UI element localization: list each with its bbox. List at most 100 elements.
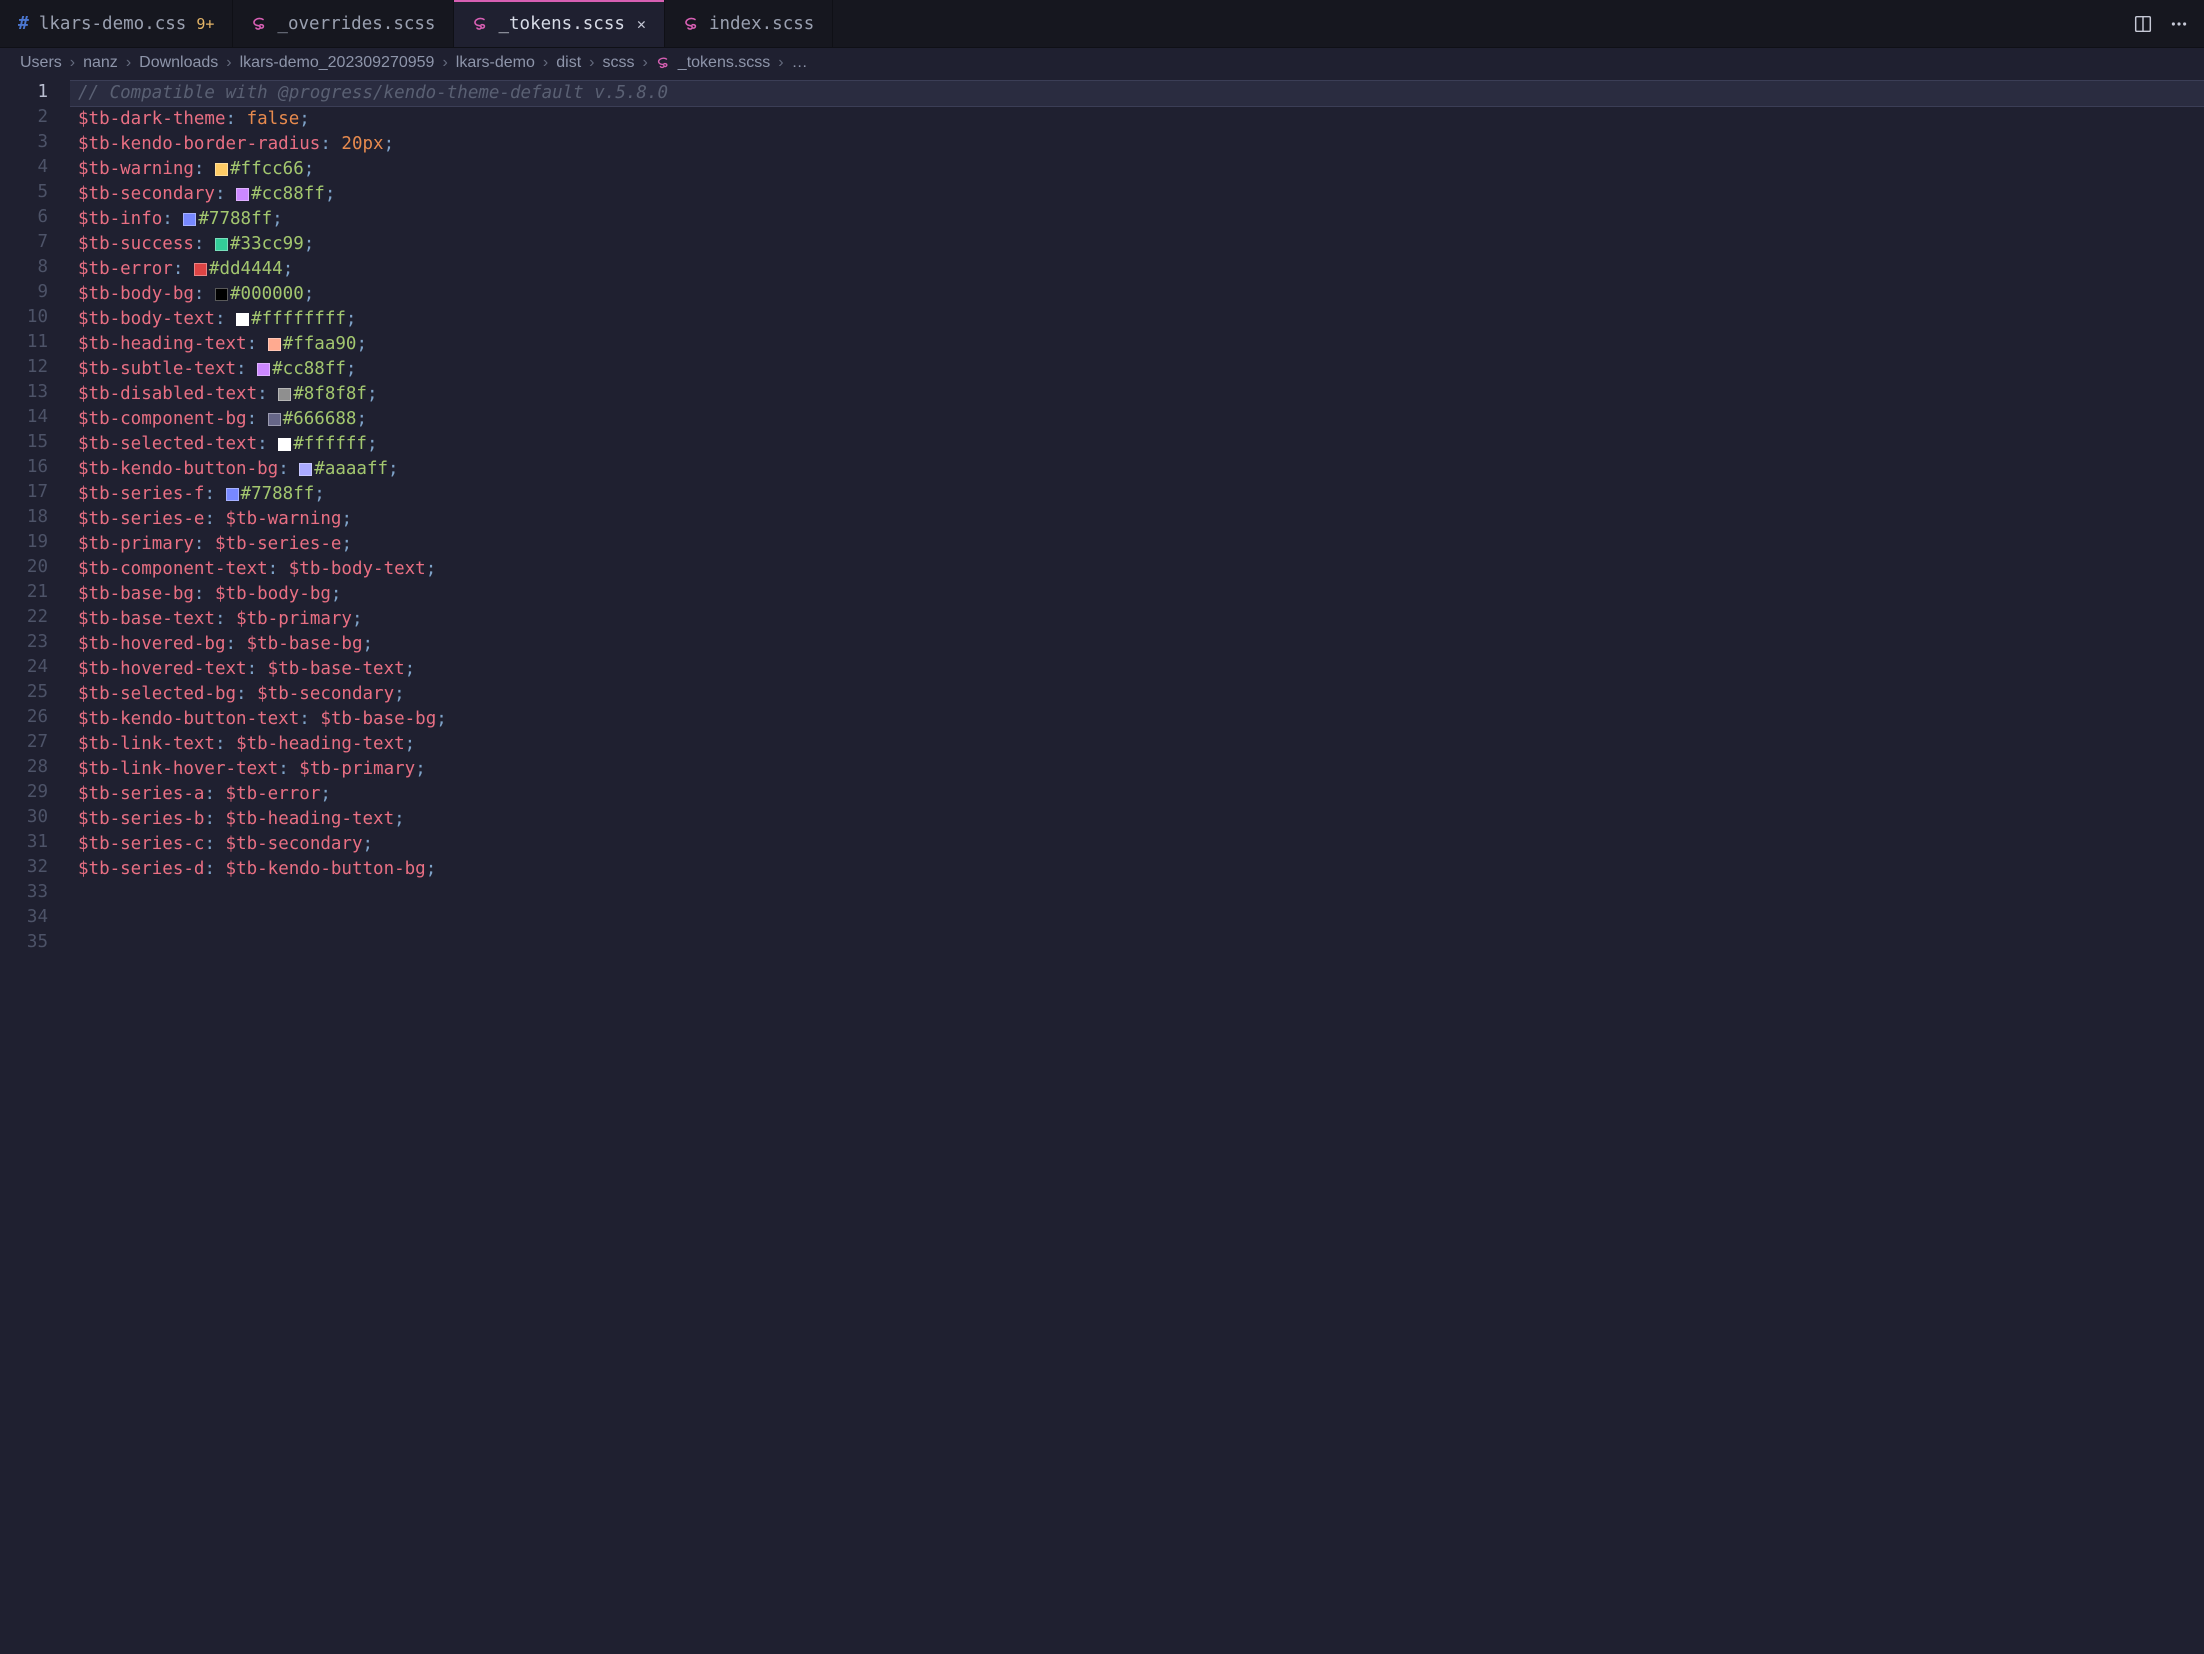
code-line: $tb-secondary: #cc88ff; — [70, 182, 2204, 207]
line-number: 20 — [0, 555, 48, 580]
token-variable-ref: $tb-heading-text — [226, 807, 395, 832]
line-number: 31 — [0, 830, 48, 855]
token-variable: $tb-kendo-button-text — [78, 707, 299, 732]
line-number: 18 — [0, 505, 48, 530]
breadcrumb-segment[interactable]: dist — [556, 54, 581, 72]
token-variable-ref: $tb-body-text — [289, 557, 426, 582]
token-variable: $tb-link-text — [78, 732, 215, 757]
code-line: $tb-body-text: #ffffffff; — [70, 307, 2204, 332]
token-semicolon: ; — [356, 407, 367, 432]
color-swatch — [278, 438, 291, 451]
token-semicolon: ; — [341, 532, 352, 557]
tab-label: index.scss — [709, 14, 814, 34]
line-number: 9 — [0, 280, 48, 305]
token-space — [310, 707, 321, 732]
token-colon: : — [257, 382, 268, 407]
code-line: $tb-primary: $tb-series-e; — [70, 532, 2204, 557]
token-colon: : — [204, 507, 215, 532]
color-swatch — [183, 213, 196, 226]
line-number: 25 — [0, 680, 48, 705]
token-semicolon: ; — [320, 782, 331, 807]
close-icon[interactable]: ✕ — [637, 15, 646, 33]
token-variable-ref: $tb-base-text — [268, 657, 405, 682]
breadcrumb-trailing[interactable]: … — [792, 54, 808, 72]
token-colon: : — [215, 307, 226, 332]
code-line: $tb-series-f: #7788ff; — [70, 482, 2204, 507]
color-swatch — [215, 163, 228, 176]
editor[interactable]: 1234567891011121314151617181920212223242… — [0, 78, 2204, 1652]
breadcrumb-segment[interactable]: scss — [602, 54, 634, 72]
token-comment: // Compatible with @progress/kendo-theme… — [78, 81, 668, 106]
token-variable-ref: $tb-kendo-button-bg — [226, 857, 426, 882]
token-variable: $tb-component-bg — [78, 407, 247, 432]
line-number: 23 — [0, 630, 48, 655]
token-colon: : — [226, 107, 237, 132]
token-space — [215, 832, 226, 857]
scss-file-icon — [683, 16, 699, 32]
token-semicolon: ; — [304, 282, 315, 307]
color-swatch — [299, 463, 312, 476]
token-variable: $tb-base-text — [78, 607, 215, 632]
token-colon: : — [278, 757, 289, 782]
color-swatch — [268, 338, 281, 351]
tab--overrides-scss[interactable]: _overrides.scss — [233, 0, 454, 47]
token-variable-ref: $tb-primary — [299, 757, 415, 782]
token-variable-ref: $tb-secondary — [257, 682, 394, 707]
token-semicolon: ; — [388, 457, 399, 482]
tab-index-scss[interactable]: index.scss — [665, 0, 833, 47]
line-number: 4 — [0, 155, 48, 180]
breadcrumb-segment[interactable]: lkars-demo_202309270959 — [240, 54, 435, 72]
chevron-right-icon: › — [589, 54, 594, 72]
code-area[interactable]: // Compatible with @progress/kendo-theme… — [70, 78, 2204, 1652]
line-number: 32 — [0, 855, 48, 880]
breadcrumb-file[interactable]: _tokens.scss — [678, 54, 770, 72]
tab-lkars-demo-css[interactable]: #lkars-demo.css9+ — [0, 0, 233, 47]
token-space — [247, 682, 258, 707]
line-number: 5 — [0, 180, 48, 205]
token-colon: : — [194, 282, 205, 307]
token-space — [278, 557, 289, 582]
token-color: #7788ff — [241, 482, 315, 507]
token-variable-ref: $tb-error — [226, 782, 321, 807]
tab-bar: #lkars-demo.css9+ _overrides.scss _token… — [0, 0, 2204, 48]
line-number: 35 — [0, 930, 48, 955]
breadcrumbs[interactable]: Users › nanz › Downloads › lkars-demo_20230927… — [0, 48, 2204, 78]
tab--tokens-scss[interactable]: _tokens.scss✕ — [454, 0, 664, 47]
chevron-right-icon: › — [70, 54, 75, 72]
tab-modified-badge: 9+ — [196, 15, 214, 33]
token-space — [204, 232, 215, 257]
line-number: 13 — [0, 380, 48, 405]
token-variable: $tb-selected-text — [78, 432, 257, 457]
token-space — [268, 432, 279, 457]
breadcrumb-segment[interactable]: nanz — [83, 54, 118, 72]
token-space — [226, 607, 237, 632]
code-line: $tb-selected-bg: $tb-secondary; — [70, 682, 2204, 707]
token-semicolon: ; — [299, 107, 310, 132]
breadcrumb-segment[interactable]: lkars-demo — [456, 54, 535, 72]
line-number: 34 — [0, 905, 48, 930]
breadcrumb-segment[interactable]: Downloads — [139, 54, 218, 72]
token-space — [226, 732, 237, 757]
breadcrumb-segment[interactable]: Users — [20, 54, 62, 72]
token-space — [183, 257, 194, 282]
chevron-right-icon: › — [126, 54, 131, 72]
token-space — [257, 657, 268, 682]
split-editor-icon[interactable] — [2134, 15, 2152, 33]
more-icon[interactable] — [2170, 15, 2188, 33]
code-line: $tb-series-e: $tb-warning; — [70, 507, 2204, 532]
token-colon: : — [204, 832, 215, 857]
token-semicolon: ; — [314, 482, 325, 507]
color-swatch — [194, 263, 207, 276]
token-semicolon: ; — [304, 232, 315, 257]
token-colon: : — [162, 207, 173, 232]
token-number: 20px — [341, 132, 383, 157]
code-line: $tb-series-c: $tb-secondary; — [70, 832, 2204, 857]
token-space — [215, 857, 226, 882]
token-colon: : — [247, 407, 258, 432]
token-colon: : — [226, 632, 237, 657]
code-line: $tb-kendo-button-bg: #aaaaff; — [70, 457, 2204, 482]
token-variable: $tb-error — [78, 257, 173, 282]
token-variable: $tb-kendo-button-bg — [78, 457, 278, 482]
token-variable-ref: $tb-secondary — [226, 832, 363, 857]
token-space — [215, 807, 226, 832]
